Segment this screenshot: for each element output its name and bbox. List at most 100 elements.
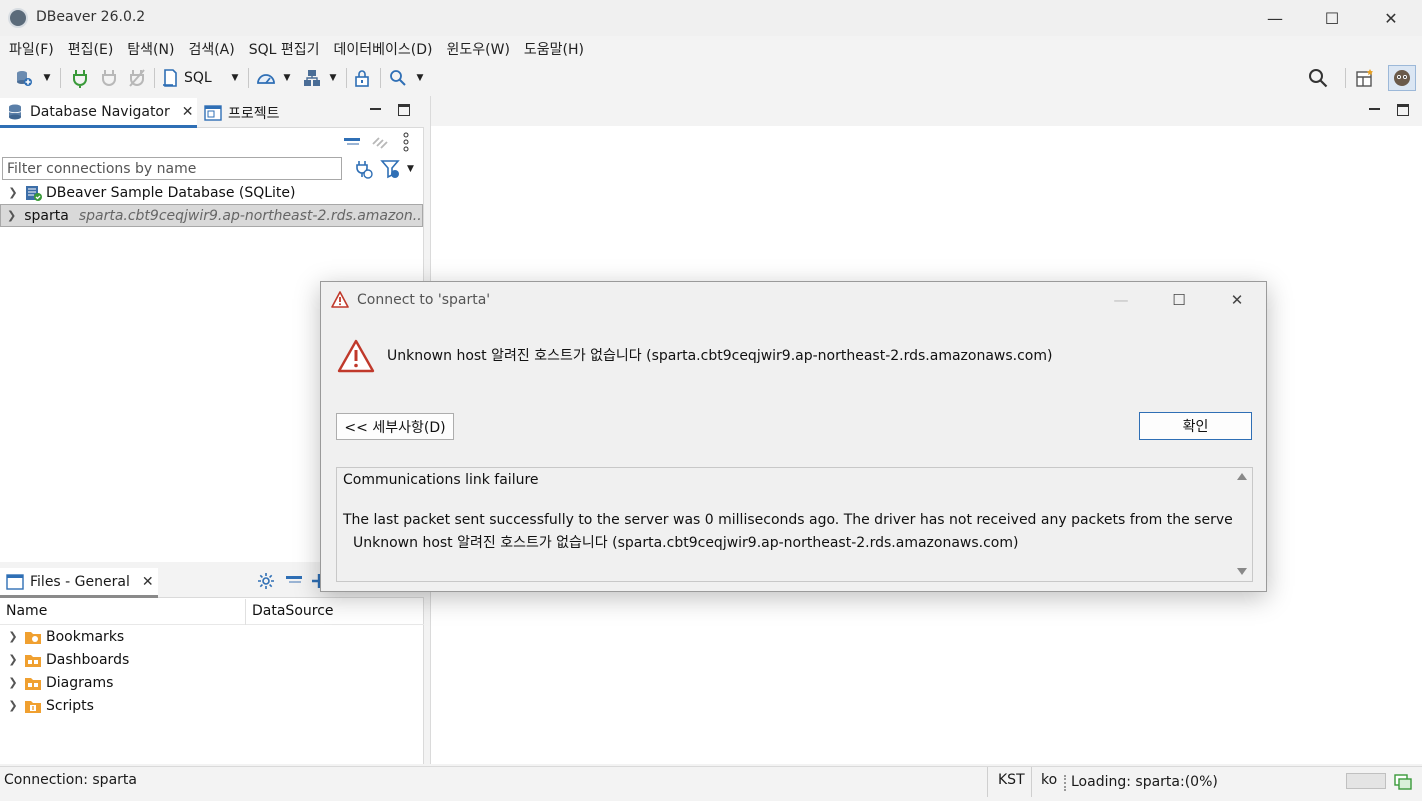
details-toggle-button[interactable]: << 세부사항(D) <box>336 413 454 440</box>
settings-gear-icon[interactable] <box>257 572 275 594</box>
file-item-label: Dashboards <box>46 651 130 668</box>
sqlite-database-icon <box>26 185 42 201</box>
view-menu-icon[interactable] <box>402 132 410 156</box>
chevron-right-icon[interactable]: ❯ <box>7 209 16 222</box>
status-timezone[interactable]: KST <box>998 772 1025 788</box>
maximize-view-icon[interactable] <box>398 104 410 116</box>
minimize-editor-icon[interactable] <box>1369 102 1383 116</box>
connect-plug-icon[interactable] <box>68 66 92 90</box>
new-connection-dropdown-icon[interactable]: ▼ <box>40 66 54 90</box>
menu-window[interactable]: 윈도우(W) <box>442 36 519 60</box>
sql-editor-button[interactable]: SQL <box>162 66 234 90</box>
ok-button[interactable]: 확인 <box>1139 412 1252 440</box>
global-search-icon[interactable] <box>1305 66 1331 90</box>
search-zoom-icon[interactable] <box>386 66 410 90</box>
tree-item-label: sparta <box>24 207 69 224</box>
dashboard-gauge-icon[interactable] <box>254 66 278 90</box>
menu-sql-editor[interactable]: SQL 편집기 <box>244 36 329 60</box>
status-bar: Connection: sparta KST ko Loading: spart… <box>0 766 1422 801</box>
scroll-down-icon[interactable] <box>1237 568 1247 575</box>
toolbar-separator <box>60 68 61 88</box>
project-window-icon <box>204 105 222 121</box>
editor-tab-bar <box>431 96 1422 126</box>
open-perspective-icon[interactable] <box>1353 66 1377 90</box>
link-with-editor-icon <box>371 134 389 154</box>
file-item-diagrams[interactable]: ❯ Diagrams <box>0 671 423 694</box>
progress-bar <box>1346 773 1386 789</box>
connect-error-dialog: Connect to 'sparta' — ☐ ✕ Unknown host 알… <box>320 281 1267 592</box>
tree-item-sample-database[interactable]: ❯ DBeaver Sample Database (SQLite) <box>0 181 423 204</box>
chevron-right-icon[interactable]: ❯ <box>6 186 20 199</box>
files-table-header: Name DataSource <box>0 599 424 625</box>
tree-item-label: DBeaver Sample Database (SQLite) <box>46 184 296 201</box>
dbeaver-logo-icon <box>8 8 28 28</box>
menu-help[interactable]: 도움말(H) <box>519 36 593 60</box>
error-details-text[interactable]: Communications link failure The last pac… <box>336 467 1253 582</box>
column-datasource[interactable]: DataSource <box>252 603 334 619</box>
search-dropdown-icon[interactable]: ▼ <box>413 66 427 90</box>
navigator-tab-bar: Database Navigator ✕ 프로젝트 <box>0 96 424 128</box>
tab-files-general[interactable]: Files - General ✕ <box>0 568 158 598</box>
close-tab-icon[interactable]: ✕ <box>142 574 154 590</box>
file-item-dashboards[interactable]: ❯ Dashboards <box>0 648 423 671</box>
maximize-button[interactable]: ☐ <box>1303 0 1361 36</box>
chevron-right-icon[interactable]: ❯ <box>6 699 20 712</box>
details-line-1: Communications link failure <box>343 472 539 488</box>
details-line-3: Unknown host 알려진 호스트가 없습니다 (sparta.cbt9c… <box>353 535 1019 551</box>
status-loading: Loading: sparta:(0%) <box>1071 774 1218 790</box>
warning-large-icon <box>337 339 375 377</box>
dialog-close-button[interactable]: ✕ <box>1208 282 1266 318</box>
tree-item-sparta[interactable]: ❯ sparta sparta.cbt9ceqjwir9.ap-northeas… <box>0 204 423 227</box>
toolbar-separator <box>380 68 381 88</box>
status-locale[interactable]: ko <box>1041 772 1057 788</box>
chevron-right-icon[interactable]: ❯ <box>6 630 20 643</box>
dashboard-dropdown-icon[interactable]: ▼ <box>280 66 294 90</box>
title-bar: DBeaver 26.0.2 — ☐ ✕ <box>0 0 1422 36</box>
tab-database-navigator[interactable]: Database Navigator ✕ <box>0 98 197 128</box>
menu-file[interactable]: 파일(F) <box>4 36 63 60</box>
sql-script-icon <box>163 69 177 87</box>
dialog-maximize-button[interactable]: ☐ <box>1150 282 1208 318</box>
filter-dropdown-icon[interactable]: ▼ <box>407 164 414 174</box>
transaction-dropdown-icon[interactable]: ▼ <box>326 66 340 90</box>
maximize-editor-icon[interactable] <box>1397 104 1409 116</box>
close-tab-icon[interactable]: ✕ <box>182 104 194 120</box>
reconnect-icon <box>97 66 121 90</box>
new-connection-icon[interactable] <box>12 66 36 90</box>
filter-connections-input[interactable] <box>2 157 342 180</box>
menu-edit[interactable]: 편집(E) <box>63 36 123 60</box>
chevron-right-icon[interactable]: ❯ <box>6 653 20 666</box>
tab-project[interactable]: 프로젝트 <box>200 98 280 128</box>
lock-icon[interactable] <box>350 66 374 90</box>
details-scrollbar[interactable] <box>1232 468 1252 581</box>
toolbar-separator <box>346 68 347 88</box>
main-toolbar: ▼ SQL ▼ ▼ ▼ ▼ <box>0 62 1422 94</box>
collapse-all-icon[interactable] <box>285 574 303 590</box>
dialog-minimize-button: — <box>1113 291 1129 309</box>
tab-database-navigator-label: Database Navigator <box>30 103 170 120</box>
file-item-label: Diagrams <box>46 674 114 691</box>
dbeaver-perspective-icon[interactable] <box>1388 65 1416 91</box>
file-item-scripts[interactable]: ❯ Scripts <box>0 694 423 717</box>
dashboards-folder-icon <box>25 654 41 667</box>
column-divider[interactable] <box>245 599 246 625</box>
column-name[interactable]: Name <box>6 603 47 619</box>
window-title: DBeaver 26.0.2 <box>36 9 146 25</box>
minimize-button[interactable]: — <box>1246 0 1304 36</box>
progress-view-icon[interactable] <box>1394 772 1412 794</box>
transaction-icon[interactable] <box>300 66 324 90</box>
tree-item-host: sparta.cbt9ceqjwir9.ap-northeast-2.rds.a… <box>78 207 423 224</box>
menu-search[interactable]: 검색(A) <box>183 36 243 60</box>
menu-database[interactable]: 데이터베이스(D) <box>329 36 442 60</box>
toolbar-separator <box>1345 68 1346 88</box>
chevron-right-icon[interactable]: ❯ <box>6 676 20 689</box>
files-window-icon <box>6 573 24 590</box>
collapse-all-icon[interactable] <box>343 135 361 153</box>
file-item-bookmarks[interactable]: ❯ Bookmarks <box>0 625 423 648</box>
tab-files-label: Files - General <box>30 573 130 590</box>
close-button[interactable]: ✕ <box>1362 0 1420 36</box>
minimize-view-icon[interactable] <box>370 102 384 116</box>
menu-navigate[interactable]: 탐색(N) <box>122 36 183 60</box>
sql-dropdown-icon[interactable]: ▼ <box>228 66 242 90</box>
scroll-up-icon[interactable] <box>1237 473 1247 480</box>
